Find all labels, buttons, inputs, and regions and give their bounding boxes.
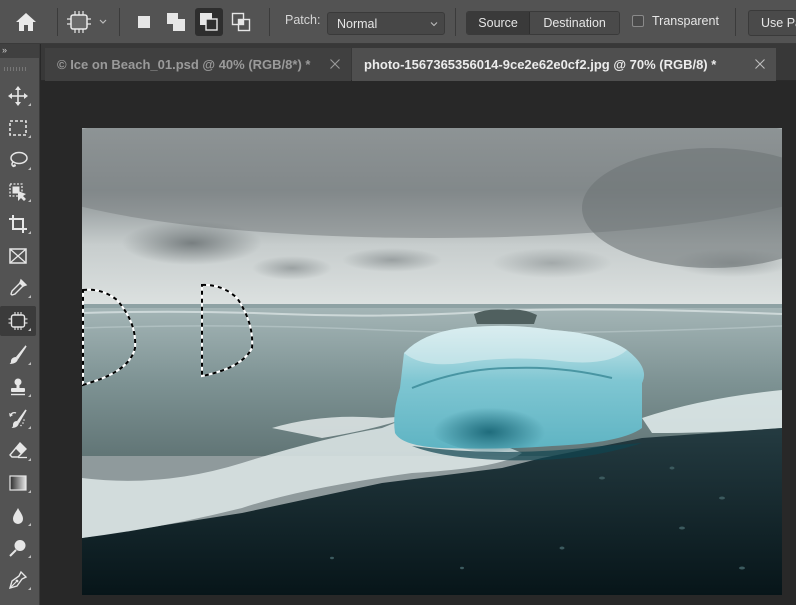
close-icon[interactable] (329, 58, 341, 70)
tool-group-indicator (28, 199, 31, 202)
frame-icon (9, 248, 27, 264)
tab-title: photo-1567365356014-9ce2e62e0cf2.jpg @ 7… (364, 57, 717, 72)
separator (57, 8, 58, 36)
crop-icon (9, 215, 27, 233)
home-button[interactable] (10, 8, 42, 36)
separator (119, 8, 120, 36)
subtract-from-selection-button[interactable] (195, 8, 223, 36)
tab-title: © Ice on Beach_01.psd @ 40% (RGB/8*) * (57, 57, 311, 72)
eraser-tool[interactable] (0, 436, 36, 466)
transparent-option[interactable]: Transparent (632, 14, 719, 28)
panel-grip[interactable] (4, 67, 28, 71)
add-selection-icon (167, 13, 185, 31)
document-tab-bar: © Ice on Beach_01.psd @ 40% (RGB/8*) * p… (41, 44, 796, 81)
source-button[interactable]: Source (467, 12, 531, 34)
tool-preset-picker[interactable] (62, 8, 110, 36)
object-selection-icon (9, 183, 26, 201)
brush-tool[interactable] (0, 340, 36, 370)
tool-group-indicator (28, 135, 31, 138)
patch-icon (8, 312, 28, 330)
eyedropper-icon (10, 278, 28, 296)
add-to-selection-button[interactable] (162, 8, 190, 36)
move-icon (8, 86, 28, 106)
intersect-selection-icon (231, 12, 251, 32)
marquee-icon (9, 120, 27, 136)
patch-mode-value: Normal (337, 17, 378, 31)
crop-tool[interactable] (0, 209, 36, 239)
lasso-icon (10, 151, 28, 168)
stamp-icon (11, 378, 25, 396)
new-selection-icon (138, 16, 150, 28)
tools-panel-header: » (0, 44, 39, 58)
tool-group-indicator (28, 231, 31, 234)
brush-icon (9, 345, 27, 364)
dodge-icon (9, 540, 26, 557)
chevron-down-icon (99, 19, 107, 24)
canvas-area[interactable] (41, 82, 796, 605)
separator (455, 8, 456, 36)
patch-mode-select[interactable]: Normal (327, 12, 445, 35)
subtract-selection-icon (200, 13, 218, 31)
document-tab[interactable]: © Ice on Beach_01.psd @ 40% (RGB/8*) * (45, 48, 351, 81)
separator (269, 8, 270, 36)
intersect-with-selection-button[interactable] (227, 8, 255, 36)
tool-group-indicator (28, 523, 31, 526)
document-tab-active[interactable]: photo-1567365356014-9ce2e62e0cf2.jpg @ 7… (352, 48, 776, 81)
tool-group-indicator (28, 555, 31, 558)
home-icon (16, 13, 36, 31)
tools-panel: » (0, 44, 40, 605)
clone-stamp-tool[interactable] (0, 372, 36, 402)
tool-group-indicator (28, 328, 31, 331)
collapse-panel-icon[interactable]: » (2, 45, 7, 55)
frame-tool[interactable] (0, 241, 36, 271)
tool-group-indicator (28, 458, 31, 461)
gradient-tool[interactable] (0, 468, 36, 498)
blur-tool[interactable] (0, 501, 36, 531)
source-destination-toggle: Source Destination (466, 11, 620, 35)
tool-group-indicator (28, 362, 31, 365)
blur-drop-icon (13, 508, 23, 524)
pen-icon (8, 570, 28, 590)
document-image[interactable] (82, 128, 782, 595)
tool-group-indicator (28, 167, 31, 170)
history-brush-tool[interactable] (0, 404, 36, 434)
object-selection-tool[interactable] (0, 177, 36, 207)
pen-tool[interactable] (0, 565, 36, 595)
tool-group-indicator (28, 103, 31, 106)
eyedropper-tool[interactable] (0, 273, 36, 303)
destination-button[interactable]: Destination (530, 12, 619, 34)
patch-tool-icon (67, 11, 91, 33)
tool-group-indicator (28, 587, 31, 590)
close-icon[interactable] (754, 58, 766, 70)
chevron-down-icon (430, 22, 438, 27)
rectangular-marquee-tool[interactable] (0, 113, 36, 143)
tool-group-indicator (28, 426, 31, 429)
move-tool[interactable] (0, 81, 36, 111)
options-bar: Patch: Normal Source Destination Transpa… (0, 0, 796, 44)
tool-group-indicator (28, 490, 31, 493)
iceberg-beach-photo (82, 128, 782, 595)
patch-tool[interactable] (0, 306, 36, 336)
eraser-icon (9, 441, 27, 459)
new-selection-button[interactable] (130, 8, 158, 36)
transparent-label: Transparent (652, 14, 719, 28)
separator (735, 8, 736, 36)
use-pattern-button[interactable]: Use Pattern (748, 10, 796, 36)
patch-label: Patch: (285, 13, 321, 27)
tool-group-indicator (28, 394, 31, 397)
photoshop-window: Patch: Normal Source Destination Transpa… (0, 0, 796, 605)
lasso-tool[interactable] (0, 145, 36, 175)
history-brush-icon (9, 409, 27, 428)
dodge-tool[interactable] (0, 533, 36, 563)
gradient-icon (9, 475, 27, 491)
transparent-checkbox[interactable] (632, 15, 644, 27)
tool-group-indicator (28, 295, 31, 298)
